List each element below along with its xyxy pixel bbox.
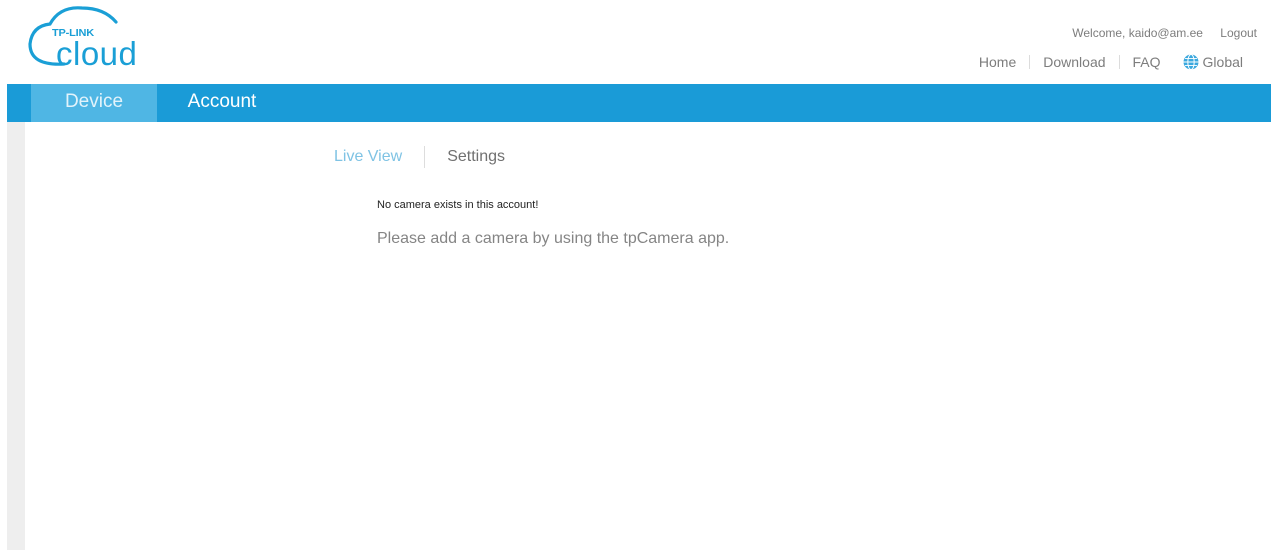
sub-nav-divider: [424, 146, 426, 168]
sub-nav: Live View Settings: [334, 146, 505, 168]
globe-icon: [1183, 54, 1199, 70]
region-selector[interactable]: Global: [1183, 54, 1243, 70]
nav-faq-link[interactable]: FAQ: [1133, 54, 1161, 70]
nav-separator: [1029, 55, 1031, 69]
logo-word-text: cloud: [56, 35, 138, 72]
tp-link-cloud-logo[interactable]: TP-LINK cloud: [22, 4, 152, 76]
tab-account[interactable]: Account: [157, 84, 287, 122]
top-nav: Home Download FAQ Global: [979, 54, 1243, 70]
nav-download-link[interactable]: Download: [1043, 54, 1105, 70]
tab-settings[interactable]: Settings: [447, 148, 505, 166]
welcome-text: Welcome, kaido@am.ee: [1072, 26, 1203, 40]
nav-separator: [1118, 55, 1120, 69]
tab-live-view[interactable]: Live View: [334, 148, 402, 166]
page-header: TP-LINK cloud Welcome, kaido@am.ee Logou…: [0, 0, 1271, 84]
tab-device[interactable]: Device: [31, 84, 157, 122]
empty-state-title: No camera exists in this account!: [377, 199, 539, 211]
empty-state-message: Please add a camera by using the tpCamer…: [377, 230, 730, 247]
logout-link[interactable]: Logout: [1220, 26, 1257, 40]
region-label: Global: [1202, 54, 1243, 70]
left-sidebar-strip: [7, 122, 25, 550]
main-nav-bar: Device Account: [7, 84, 1271, 122]
nav-home-link[interactable]: Home: [979, 54, 1016, 70]
welcome-row: Welcome, kaido@am.ee Logout: [1072, 26, 1257, 40]
